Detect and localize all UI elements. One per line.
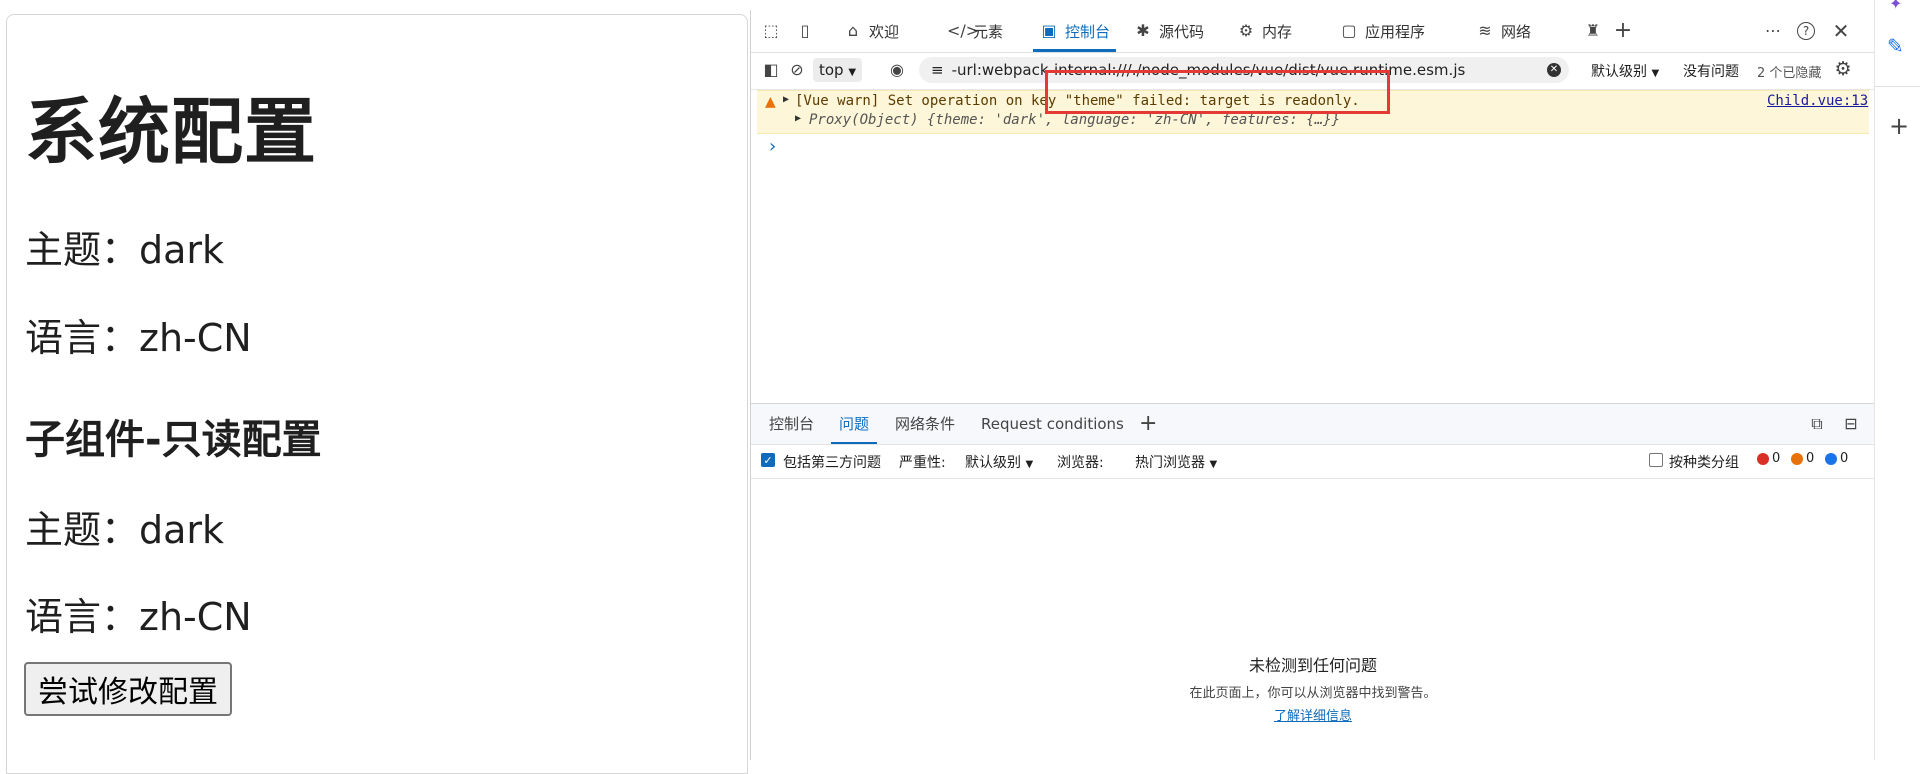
devtools-tabbar: ⬚ ▯ ⌂ 欢迎 </> 元素 ▣ 控制台 ✱ 源代码 ⚙ 内存 ▢ 应用程序 ≋ 网络 ♜ … [751, 10, 1875, 53]
filter-icon: ≡ [931, 61, 944, 79]
add-drawer-tab-icon[interactable]: + [1139, 404, 1157, 444]
issues-toolbar: ✓ 包括第三方问题 严重性: 默认级别 ▼ 浏览器: 热门浏览器 ▼ 按种类分组… [751, 444, 1875, 479]
clear-filter-icon[interactable]: ✕ [1547, 63, 1561, 77]
add-tab-icon[interactable]: + [1613, 10, 1633, 52]
hidden-count: 2 个已隐藏 [1757, 66, 1822, 81]
console-settings-icon[interactable]: ⚙ [1833, 59, 1853, 79]
expand-arrow-icon[interactable]: ▶ [783, 94, 789, 105]
language-text: 语言：zh-CN [25, 316, 252, 360]
child-section-title: 子组件-只读配置 [25, 417, 322, 463]
info-count: 0 [1825, 451, 1848, 466]
sidebar-toggle-icon[interactable]: ◧ [761, 60, 781, 80]
warning-dot-icon [1791, 452, 1803, 465]
code-icon: </> [947, 21, 980, 40]
warning-source-link[interactable]: Child.vue:13 [1767, 93, 1868, 109]
home-icon: ⌂ [847, 21, 859, 40]
wifi-icon: ≋ [1478, 21, 1492, 40]
designer-icon[interactable]: ✎ [1887, 34, 1904, 58]
more-options-icon[interactable]: ⋯ [1763, 10, 1783, 52]
tab-memory[interactable]: ⚙ 内存 [1236, 10, 1292, 52]
error-count: 0 [1757, 451, 1780, 466]
undock-drawer-icon[interactable]: ⧉ [1807, 404, 1827, 444]
help-icon[interactable]: ? [1797, 10, 1815, 52]
tab-application[interactable]: ▢ 应用程序 [1339, 10, 1425, 52]
severity-select[interactable]: 默认级别 ▼ [965, 452, 1033, 472]
warning-icon: ▲ [765, 94, 776, 110]
warning-count: 0 [1791, 451, 1814, 466]
group-by-kind-checkbox[interactable] [1649, 453, 1663, 467]
drawer-tab-console[interactable]: 控制台 [769, 404, 814, 444]
include-third-party-checkbox[interactable]: ✓ [761, 453, 775, 467]
log-level-select[interactable]: 默认级别 ▼ [1591, 61, 1659, 81]
drawer-tab-network-conditions[interactable]: 网络条件 [895, 404, 955, 444]
sidebar-divider [1875, 86, 1920, 87]
empty-description: 在此页面上，你可以从浏览器中找到警告。 [1189, 686, 1437, 701]
chevron-down-icon: ▼ [1651, 68, 1660, 79]
chevron-down-icon: ▼ [1025, 459, 1034, 470]
context-select[interactable]: top ▼ [813, 58, 863, 82]
lighthouse-icon[interactable]: ♜ [1583, 10, 1603, 52]
devtools-panel: ⬚ ▯ ⌂ 欢迎 </> 元素 ▣ 控制台 ✱ 源代码 ⚙ 内存 ▢ 应用程序 ≋ 网络 ♜ … [750, 10, 1875, 760]
bug-icon: ✱ [1136, 21, 1150, 40]
chevron-down-icon: ▼ [1209, 459, 1218, 470]
group-by-kind-label: 按种类分组 [1669, 455, 1739, 471]
learn-more-link[interactable]: 了解详细信息 [1274, 705, 1352, 724]
tab-console[interactable]: ▣ 控制台 [1033, 10, 1117, 52]
browser-sidebar: ✦ ✎ + [1874, 0, 1920, 760]
close-drawer-icon[interactable]: ⊟ [1841, 404, 1861, 444]
browser-label: 浏览器: [1057, 455, 1104, 471]
issues-count[interactable]: 没有问题 [1683, 61, 1739, 81]
device-icon[interactable]: ▯ [795, 10, 815, 52]
app-icon: ▢ [1341, 21, 1357, 40]
chevron-down-icon: ▼ [848, 67, 857, 78]
modify-config-button[interactable]: 尝试修改配置 [24, 662, 232, 716]
child-theme-text: 主题：dark [25, 508, 225, 552]
drawer-tabbar: 控制台 问题 网络条件 Request conditions + ⧉ ⊟ [751, 403, 1875, 445]
severity-label: 严重性: [899, 455, 946, 471]
error-icon [1757, 452, 1769, 465]
memory-icon: ⚙ [1238, 21, 1254, 40]
tab-network[interactable]: ≋ 网络 [1475, 10, 1531, 52]
expand-arrow-icon[interactable]: ▶ [795, 113, 801, 124]
issues-empty-state: 未检测到任何问题 在此页面上，你可以从浏览器中找到警告。 了解详细信息 [751, 652, 1875, 724]
child-language-text: 语言：zh-CN [25, 595, 252, 639]
page-title: 系统配置 [25, 90, 318, 174]
highlight-box [1045, 70, 1390, 114]
theme-text: 主题：dark [25, 228, 225, 272]
tab-welcome[interactable]: ⌂ 欢迎 [843, 10, 899, 52]
tab-elements[interactable]: </> 元素 [947, 10, 1003, 52]
copilot-icon[interactable]: ✦ [1889, 0, 1902, 13]
close-devtools-icon[interactable]: ✕ [1831, 10, 1851, 52]
drawer-tab-issues[interactable]: 问题 [830, 404, 878, 444]
empty-title: 未检测到任何问题 [1248, 656, 1377, 675]
browser-select[interactable]: 热门浏览器 ▼ [1135, 452, 1217, 472]
console-prompt[interactable]: › [769, 136, 776, 157]
add-sidebar-app-icon[interactable]: + [1889, 112, 1909, 140]
tab-sources[interactable]: ✱ 源代码 [1133, 10, 1204, 52]
inspect-icon[interactable]: ⬚ [761, 10, 781, 52]
proxy-object-preview[interactable]: Proxy(Object) {theme: 'dark', language: … [809, 112, 1340, 128]
drawer-tab-request-conditions[interactable]: Request conditions [981, 404, 1124, 444]
clear-console-icon[interactable]: ⊘ [787, 60, 807, 80]
info-icon [1825, 452, 1837, 465]
page-viewport: 系统配置 主题：dark 语言：zh-CN 子组件-只读配置 主题：dark 语… [6, 14, 748, 774]
live-expression-icon[interactable]: ◉ [887, 60, 907, 80]
include-third-party-label: 包括第三方问题 [783, 455, 881, 471]
console-icon: ▣ [1041, 21, 1057, 40]
